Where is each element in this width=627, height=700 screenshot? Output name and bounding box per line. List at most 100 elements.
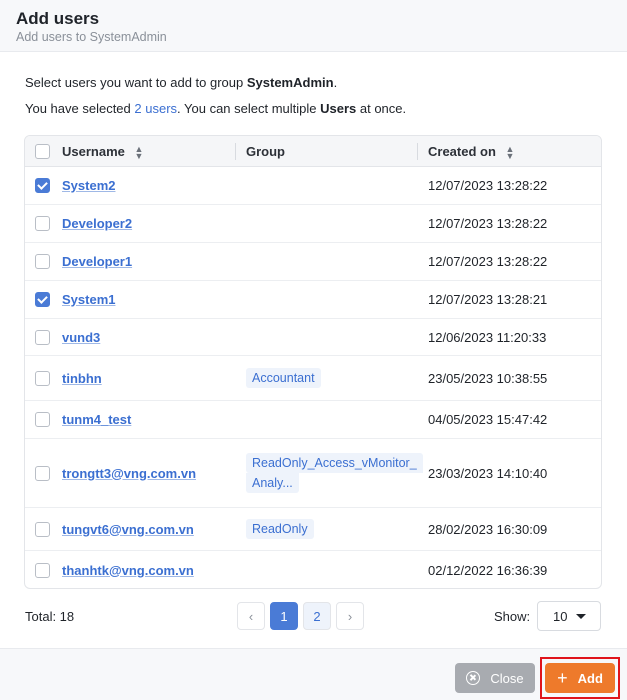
next-page-button[interactable]: › [336, 602, 364, 630]
header-username[interactable]: Username ▲ ▼ [62, 136, 143, 167]
row-checkbox-cell [35, 551, 50, 588]
page-size-value: 10 [553, 608, 568, 624]
table-row[interactable]: tunm4_test 04/05/2023 15:47:42 [25, 401, 601, 439]
page-size-label: Show: [494, 609, 531, 624]
prev-page-button[interactable]: ‹ [237, 602, 265, 630]
group-name: SystemAdmin [246, 75, 334, 90]
created-on-cell: 28/02/2023 16:30:09 [428, 508, 547, 550]
row-checkbox-cell [35, 319, 50, 355]
table-row[interactable]: Developer2 12/07/2023 13:28:22 [25, 205, 601, 243]
page-1-button[interactable]: 1 [270, 602, 298, 630]
header-username-label: Username [62, 144, 125, 159]
username-link[interactable]: tunm4_test [62, 412, 131, 427]
table-row[interactable]: System2 12/07/2023 13:28:22 [25, 167, 601, 205]
row-checkbox-cell [35, 281, 50, 318]
row-checkbox-cell [35, 401, 50, 438]
username-link[interactable]: Developer2 [62, 216, 132, 231]
selected-count-link[interactable]: 2 users [134, 101, 177, 116]
column-divider [235, 143, 236, 160]
row-checkbox[interactable] [35, 329, 50, 345]
username-cell: trongtt3@vng.com.vn [62, 439, 196, 507]
table-row[interactable]: System1 12/07/2023 13:28:21 [25, 281, 601, 319]
username-link[interactable]: System2 [62, 178, 115, 193]
row-checkbox[interactable] [35, 412, 50, 427]
created-on-cell: 12/06/2023 11:20:33 [428, 319, 546, 355]
row-checkbox[interactable] [35, 521, 50, 537]
username-cell: vund3 [62, 319, 100, 355]
username-link[interactable]: Developer1 [62, 254, 132, 269]
username-link[interactable]: vund3 [62, 330, 100, 345]
select-all-checkbox[interactable] [35, 144, 50, 159]
header-group: Group [246, 136, 285, 167]
username-link[interactable]: tungvt6@vng.com.vn [62, 522, 194, 537]
username-cell: thanhtk@vng.com.vn [62, 551, 194, 588]
dialog-subtitle: Add users to SystemAdmin [16, 30, 167, 44]
group-tag: ReadOnly [246, 519, 314, 539]
group-cell: ReadOnly [246, 508, 314, 550]
created-on-value: 12/07/2023 13:28:21 [428, 292, 548, 307]
row-checkbox[interactable] [35, 465, 50, 481]
add-button-label: Add [577, 670, 603, 686]
created-on-cell: 12/07/2023 13:28:22 [428, 243, 547, 280]
page-size-select[interactable]: 10 [537, 601, 601, 631]
created-on-cell: 12/07/2023 13:28:21 [428, 281, 547, 318]
row-checkbox[interactable] [35, 370, 50, 386]
group-cell: Accountant [246, 356, 321, 400]
created-on-value: 12/06/2023 11:20:33 [428, 329, 547, 345]
created-on-value: 12/07/2023 13:28:22 [428, 254, 548, 269]
username-cell: tungvt6@vng.com.vn [62, 508, 194, 550]
username-cell: Developer1 [62, 243, 132, 280]
row-checkbox-cell [35, 243, 50, 280]
table-row[interactable]: trongtt3@vng.com.vn ReadOnly_Access_vMoni… [25, 439, 601, 508]
total-count: Total: 18 [25, 609, 75, 624]
row-checkbox[interactable] [35, 292, 50, 307]
caret-down-icon [576, 614, 586, 619]
row-checkbox-cell [35, 439, 50, 507]
intro-text: Select users you want to add to group [25, 75, 247, 90]
username-link[interactable]: thanhtk@vng.com.vn [62, 563, 194, 578]
created-on-cell: 04/05/2023 15:47:42 [428, 401, 547, 438]
username-cell: tinbhn [62, 356, 102, 400]
group-tag: Accountant [246, 368, 321, 388]
username-link[interactable]: trongtt3@vng.com.vn [62, 466, 196, 481]
close-button-label: Close [490, 670, 524, 686]
group-tag: ReadOnly_Access_vMonitor_ Analy... [246, 453, 423, 493]
row-checkbox[interactable] [35, 216, 50, 231]
header-group-label: Group [246, 144, 285, 159]
created-on-value: 23/03/2023 14:10:40 [428, 465, 548, 481]
table-row[interactable]: tungvt6@vng.com.vn ReadOnly 28/02/2023 16:… [25, 508, 601, 551]
created-on-value: 28/02/2023 16:30:09 [428, 521, 548, 537]
plus-icon: + [557, 668, 568, 688]
add-button[interactable]: + Add [545, 663, 615, 693]
row-checkbox[interactable] [35, 178, 50, 193]
username-cell: System2 [62, 167, 115, 204]
sort-icon[interactable]: ▲ ▼ [135, 144, 144, 160]
intro-text: at once. [356, 101, 407, 116]
table-row[interactable]: thanhtk@vng.com.vn 02/12/2022 16:36:39 [25, 551, 601, 588]
created-on-value: 02/12/2022 16:36:39 [428, 562, 548, 578]
close-circle-icon [466, 671, 481, 685]
table-row[interactable]: vund3 12/06/2023 11:20:33 [25, 319, 601, 356]
username-link[interactable]: tinbhn [62, 371, 102, 386]
close-button[interactable]: Close [455, 663, 535, 693]
group-tag-label: Analy... [246, 473, 299, 493]
row-checkbox[interactable] [35, 254, 50, 269]
select-all-cell [35, 136, 50, 167]
group-tag-label: ReadOnly_Access_vMonitor_ [246, 453, 423, 473]
row-checkbox-cell [35, 508, 50, 550]
table-row[interactable]: Developer1 12/07/2023 13:28:22 [25, 243, 601, 281]
created-on-value: 04/05/2023 15:47:42 [428, 412, 548, 427]
created-on-cell: 23/03/2023 14:10:40 [428, 439, 547, 507]
intro-text: . [333, 75, 338, 90]
row-checkbox[interactable] [35, 562, 50, 578]
header-created-on[interactable]: Created on ▲ ▼ [428, 136, 514, 167]
created-on-cell: 23/05/2023 10:38:55 [428, 356, 547, 400]
sort-icon[interactable]: ▲ ▼ [506, 144, 515, 160]
dialog-title: Add users [16, 9, 100, 28]
created-on-value: 12/07/2023 13:28:22 [428, 216, 548, 231]
page-2-button[interactable]: 2 [303, 602, 331, 630]
username-link[interactable]: System1 [62, 292, 115, 307]
table-row[interactable]: tinbhn Accountant 23/05/2023 10:38:55 [25, 356, 601, 401]
intro-text: You have selected [25, 101, 135, 116]
table-header: Username ▲ ▼ Group Created on ▲ ▼ [25, 136, 601, 167]
